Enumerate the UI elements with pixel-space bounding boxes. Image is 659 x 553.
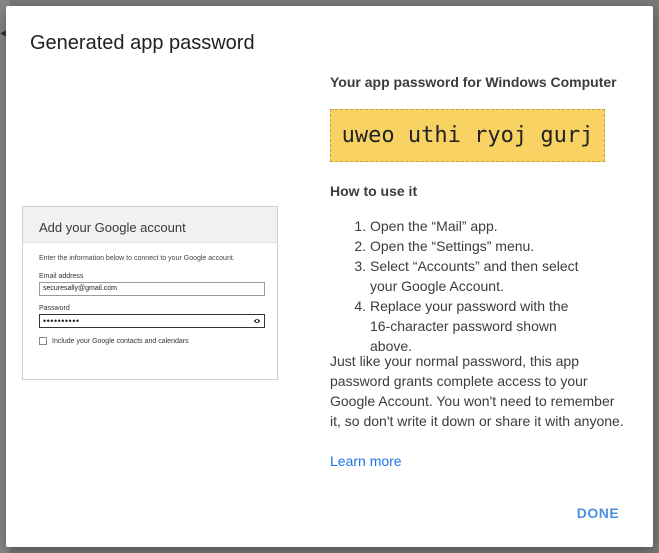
step-item: Open the “Mail” app.	[370, 216, 590, 236]
password-label: Password	[39, 305, 70, 312]
illustration-body: Enter the information below to connect t…	[23, 243, 277, 345]
password-heading: Your app password for Windows Computer	[330, 74, 617, 90]
illustration-header: Add your Google account	[23, 207, 277, 243]
account-setup-illustration: Add your Google account Enter the inform…	[22, 206, 278, 380]
learn-more-link[interactable]: Learn more	[330, 451, 402, 471]
how-to-heading: How to use it	[330, 183, 418, 199]
step-item: Open the “Settings” menu.	[370, 236, 590, 256]
dialog-title: Generated app password	[30, 32, 255, 54]
contacts-checkbox-row: Include your Google contacts and calenda…	[39, 337, 277, 345]
steps-list: Open the “Mail” app. Open the “Settings”…	[330, 216, 590, 356]
step-item: Replace your password with the 16-charac…	[370, 296, 590, 356]
email-field: securesally@gmail.com	[39, 282, 265, 296]
eye-icon	[253, 319, 261, 323]
illustration-instructions: Enter the information below to connect t…	[39, 255, 235, 262]
contacts-checkbox-label: Include your Google contacts and calenda…	[52, 337, 189, 345]
done-button[interactable]: DONE	[569, 499, 627, 527]
step-item: Select “Accounts” and then select your G…	[370, 256, 590, 296]
email-label: Email address	[39, 273, 84, 280]
password-field: ••••••••••	[39, 314, 265, 328]
generated-password[interactable]: uweo uthi ryoj gurj	[330, 109, 605, 162]
contacts-checkbox	[39, 337, 47, 345]
password-dots: ••••••••••	[43, 316, 80, 326]
app-password-dialog: Generated app password Add your Google a…	[6, 6, 653, 547]
explanation-text: Just like your normal password, this app…	[330, 353, 624, 429]
